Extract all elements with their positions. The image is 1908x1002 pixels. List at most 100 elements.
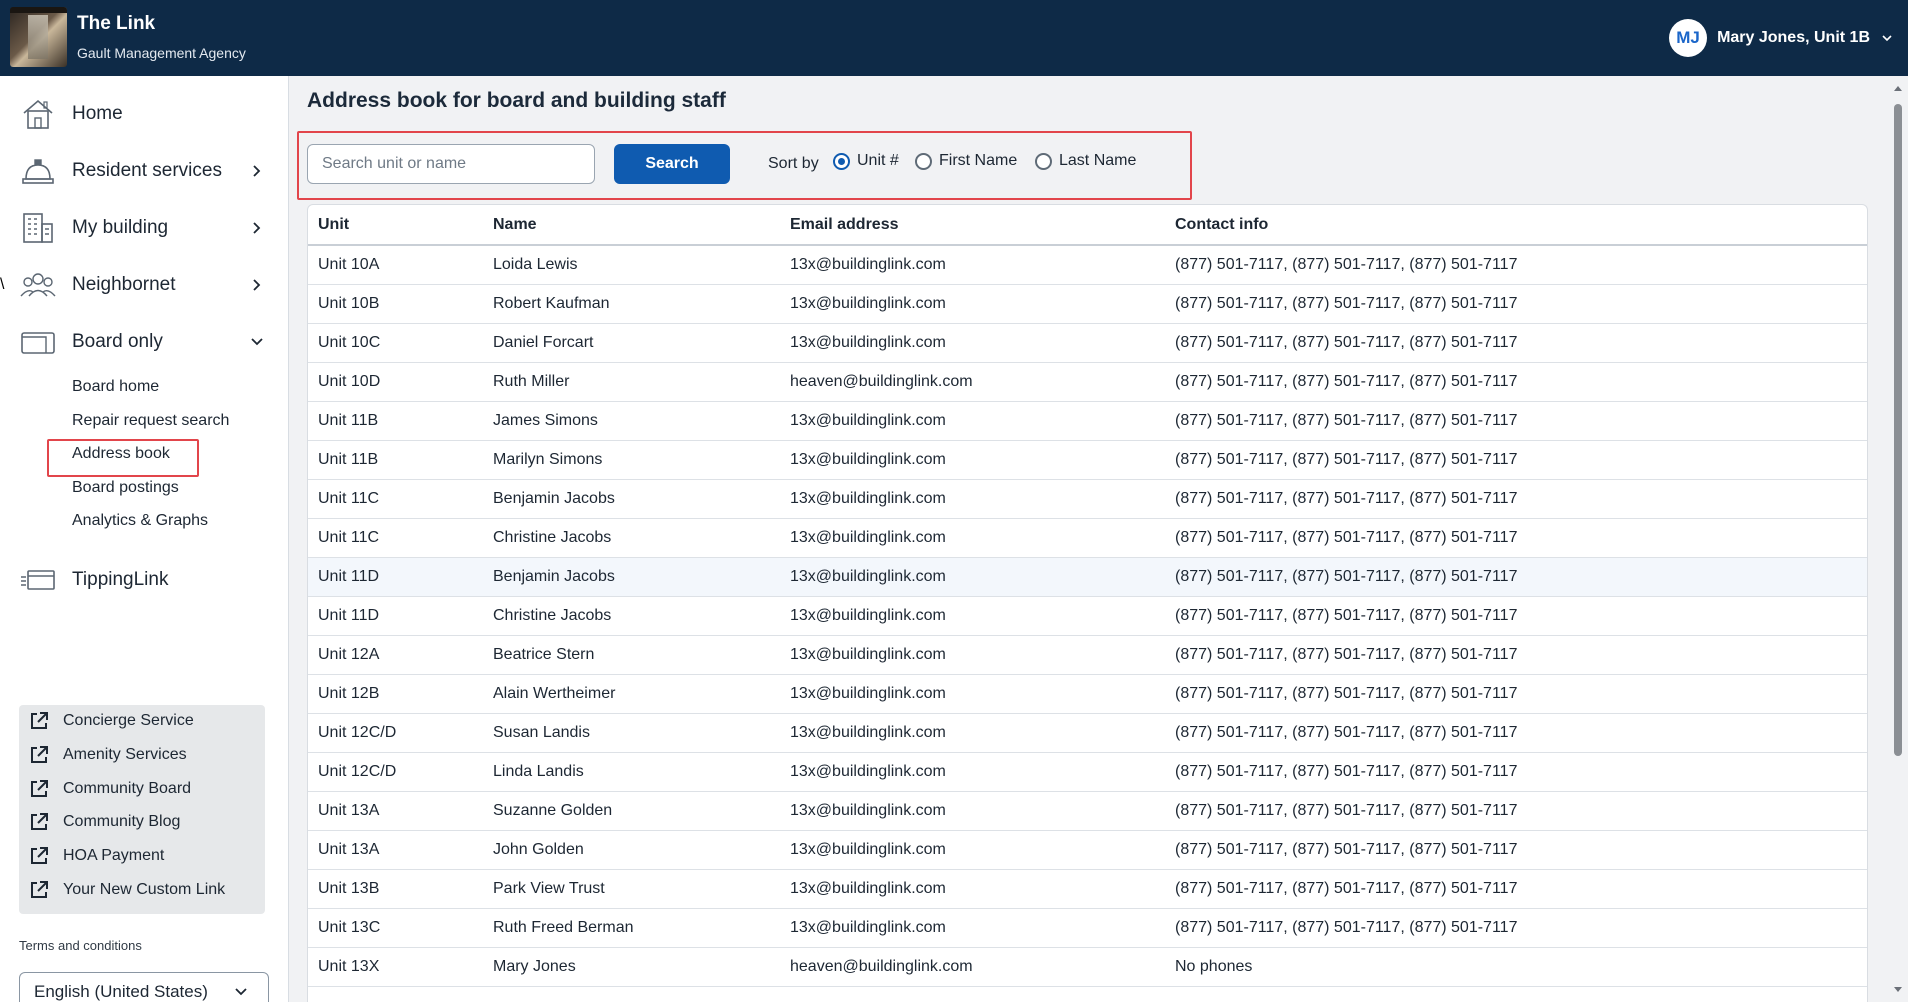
sidebar-item-board-only[interactable]: Board only (0, 318, 288, 366)
sidebar-item-resident-services[interactable]: Resident services (0, 147, 288, 195)
cell-unit: Unit 12C/D (308, 752, 493, 792)
custom-link[interactable]: Your New Custom Link (29, 880, 225, 900)
sort-by-first-name-radio[interactable]: First Name (915, 152, 1017, 170)
community-blog-link[interactable]: Community Blog (29, 812, 180, 832)
table-row[interactable]: Unit 12C/D Linda Landis 13x@buildinglink.c… (308, 752, 1867, 792)
cell-contact: (877) 501-7117, (877) 501-7117, (877) 50… (1175, 557, 1867, 597)
table-row[interactable]: Unit 10A Loida Lewis 13x@buildinglink.com(… (308, 245, 1867, 285)
sort-label: Sort by (768, 155, 819, 172)
chevron-down-icon[interactable] (1882, 33, 1892, 43)
table-row[interactable]: Unit 12C/D Susan Landis 13x@buildinglink.c… (308, 713, 1867, 753)
column-header-email: Email address (790, 205, 1175, 246)
table-row[interactable]: Unit 13A Suzanne Golden 13x@buildinglink.c… (308, 791, 1867, 831)
cell-name: Ruth Freed Berman (493, 908, 790, 948)
cell-contact: (877) 501-7117, (877) 501-7117, (877) 50… (1175, 635, 1867, 675)
cell-email: 13x@buildinglink.com (790, 674, 1175, 714)
table-row[interactable]: Unit 13B Park View Trust 13x@buildinglink.… (308, 869, 1867, 909)
table-row[interactable]: Unit 11D Benjamin Jacobs 13x@buildinglink.… (308, 557, 1867, 597)
sidebar-item-label: My building (72, 217, 169, 238)
cell-email: 13x@buildinglink.com (790, 752, 1175, 792)
cell-unit: Unit 10C (308, 323, 493, 363)
table-row[interactable]: Unit 13X Mary Jones heaven@buildinglink.co… (308, 947, 1867, 987)
table-row[interactable]: Unit 11B Marilyn Simons 13x@buildinglink.c… (308, 440, 1867, 480)
cell-unit: Unit 10B (308, 284, 493, 324)
language-select[interactable]: English (United States) (19, 972, 269, 1002)
external-link-icon (31, 712, 48, 729)
radio-checked-icon (833, 152, 850, 170)
terms-link[interactable]: Terms and conditions (19, 938, 142, 953)
cell-name: Susan Landis (493, 713, 790, 753)
scroll-down-arrow-icon[interactable] (1893, 986, 1903, 994)
sort-by-unit-radio[interactable]: Unit # (833, 152, 899, 170)
table-row[interactable]: Unit 11C Christine Jacobs 13x@buildinglink… (308, 518, 1867, 558)
community-board-link[interactable]: Community Board (29, 779, 191, 799)
avatar[interactable]: MJ (1669, 19, 1708, 57)
repair-request-search-link[interactable]: Repair request search (72, 412, 229, 430)
app-window: The Link Gault Management Agency MJ Mary… (0, 0, 1908, 1002)
table-row[interactable]: Unit 12A Beatrice Stern 13x@buildinglink.c… (308, 635, 1867, 675)
cell-contact: (877) 501-7117, (877) 501-7117, (877) 50… (1175, 479, 1867, 519)
cell-contact: (877) 501-7117, (877) 501-7117, (877) 50… (1175, 284, 1867, 324)
cell-email: 13x@buildinglink.com (790, 713, 1175, 753)
link-label: Amenity Services (63, 746, 187, 763)
cell-email: 13x@buildinglink.com (790, 596, 1175, 636)
sidebar-item-tippinglink[interactable]: TippingLink (0, 556, 288, 604)
cell-contact: No phones (1175, 947, 1867, 987)
search-input[interactable] (307, 144, 595, 184)
cell-name: Ruth Miller (493, 362, 790, 402)
analytics-graphs-link[interactable]: Analytics & Graphs (72, 512, 208, 530)
chevron-down-icon (251, 338, 263, 346)
scroll-up-arrow-icon[interactable] (1893, 84, 1903, 92)
table-row[interactable]: Unit 11D Christine Jacobs 13x@buildinglink… (308, 596, 1867, 636)
link-label: HOA Payment (63, 847, 165, 864)
sidebar-item-my-building[interactable]: My building (0, 204, 288, 252)
table-row[interactable]: Unit 13A John Golden 13x@buildinglink.com(… (308, 830, 1867, 870)
cell-email: 13x@buildinglink.com (790, 908, 1175, 948)
cell-email: 13x@buildinglink.com (790, 284, 1175, 324)
search-button[interactable]: Search (614, 144, 730, 184)
table-row[interactable]: Unit 13C Ruth Freed Berman 13x@buildinglin… (308, 908, 1867, 948)
cell-unit: Unit 13A (308, 830, 493, 870)
cell-contact: (877) 501-7117, (877) 501-7117, (877) 50… (1175, 401, 1867, 441)
sidebar-item-neighbornet[interactable]: Neighbornet \ (0, 261, 288, 309)
cell-email: 13x@buildinglink.com (790, 479, 1175, 519)
concierge-service-link[interactable]: Concierge Service (29, 711, 194, 731)
page-title: Address book for board and building staf… (307, 89, 726, 112)
main-content: Address book for board and building staf… (289, 76, 1888, 1002)
address-book-table: Unit Name Email address Contact info Uni… (307, 204, 1868, 1002)
radio-label: Unit # (857, 152, 899, 169)
cell-name: Beatrice Stern (493, 635, 790, 675)
column-header-contact: Contact info (1175, 205, 1867, 246)
board-home-link[interactable]: Board home (72, 378, 159, 396)
sort-by-last-name-radio[interactable]: Last Name (1035, 152, 1136, 170)
board-postings-link[interactable]: Board postings (72, 479, 179, 497)
table-row[interactable]: Unit 12B Alain Wertheimer 13x@buildinglink… (308, 674, 1867, 714)
cell-contact: (877) 501-7117, (877) 501-7117, (877) 50… (1175, 908, 1867, 948)
building-logo[interactable] (10, 7, 67, 67)
amenity-services-link[interactable]: Amenity Services (29, 745, 187, 765)
cell-name: James Simons (493, 401, 790, 441)
table-row[interactable]: Unit 10C Daniel Forcart 13x@buildinglink.c… (308, 323, 1867, 363)
concierge-bell-icon (22, 159, 54, 184)
app-title: The Link (77, 13, 156, 34)
table-row[interactable]: Unit 11C Benjamin Jacobs 13x@buildinglink.… (308, 479, 1867, 519)
table-row[interactable]: Unit 10D Ruth Miller heaven@buildinglink.c… (308, 362, 1867, 402)
cell-contact: (877) 501-7117, (877) 501-7117, (877) 50… (1175, 245, 1867, 285)
cell-contact: (877) 501-7117, (877) 501-7117, (877) 50… (1175, 323, 1867, 363)
user-menu[interactable]: MJ Mary Jones, Unit 1B (1669, 18, 1892, 58)
hoa-payment-link[interactable]: HOA Payment (29, 846, 164, 866)
cell-unit: Unit 10A (308, 245, 493, 285)
table-row[interactable]: Unit 11B James Simons 13x@buildinglink.com… (308, 401, 1867, 441)
user-name[interactable]: Mary Jones, Unit 1B (1717, 29, 1870, 47)
table-row[interactable]: Unit 10B Robert Kaufman 13x@buildinglink.c… (308, 284, 1867, 324)
sidebar-item-home[interactable]: Home (0, 90, 288, 138)
page-scrollbar[interactable] (1888, 76, 1908, 1002)
cell-contact: (877) 501-7117, (877) 501-7117, (877) 50… (1175, 752, 1867, 792)
cell-contact: (877) 501-7117, (877) 501-7117, (877) 50… (1175, 869, 1867, 909)
sidebar-item-label: Resident services (72, 160, 222, 181)
cell-contact: (877) 501-7117, (877) 501-7117, (877) 50… (1175, 791, 1867, 831)
cell-unit: Unit 13B (308, 869, 493, 909)
cell-unit: Unit 12A (308, 635, 493, 675)
sidebar-item-label: TippingLink (72, 569, 169, 590)
scroll-thumb[interactable] (1894, 104, 1902, 756)
